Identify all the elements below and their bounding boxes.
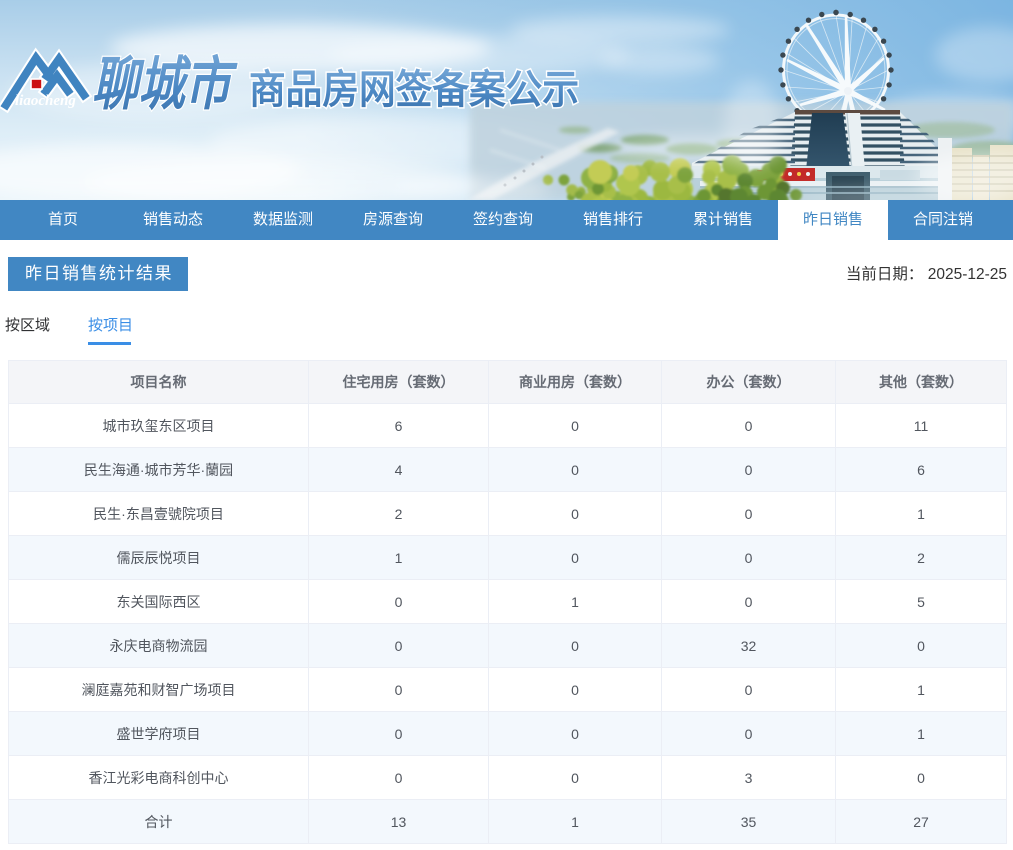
svg-text:liaocheng: liaocheng bbox=[15, 93, 76, 109]
svg-text:商品房网签备案公示: 商品房网签备案公示 bbox=[249, 68, 579, 112]
svg-text:聊城市: 聊城市 bbox=[92, 52, 238, 117]
